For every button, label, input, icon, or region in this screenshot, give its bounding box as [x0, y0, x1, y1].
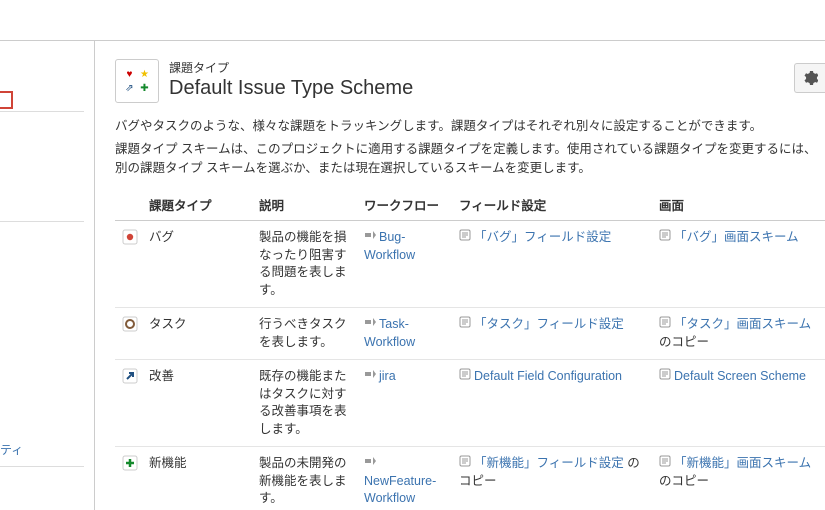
- fieldconfig-icon: [459, 368, 471, 386]
- highlight-box: [0, 91, 13, 109]
- fieldconfig-icon: [459, 455, 471, 473]
- issuetype-icon: [115, 308, 145, 360]
- screens-link[interactable]: 「バグ」画面スキーム: [674, 230, 799, 244]
- fieldconfig-link[interactable]: 「新機能」フィールド設定: [474, 456, 624, 470]
- fieldconfig-link[interactable]: Default Field Configuration: [474, 369, 622, 383]
- actions-gear-button[interactable]: [794, 63, 825, 93]
- col-screens: 画面: [655, 189, 825, 221]
- gear-icon: [802, 70, 818, 86]
- issuetype-description: 製品の機能を損なったり阻害する問題を表します。: [255, 221, 360, 308]
- screens-link[interactable]: 「タスク」画面スキーム: [674, 317, 811, 331]
- fieldconfig-link[interactable]: 「タスク」フィールド設定: [474, 317, 624, 331]
- scheme-icon: ♥ ★ ⇗ ✚: [115, 59, 159, 103]
- page-title: Default Issue Type Scheme: [169, 77, 413, 100]
- issuetype-name: 新機能: [145, 447, 255, 510]
- intro-text: バグやタスクのような、様々な課題をトラッキングします。課題タイプはそれぞれ別々に…: [115, 117, 825, 177]
- screens-icon: [659, 455, 671, 473]
- sidebar-link[interactable]: ティ: [0, 441, 23, 458]
- screens-link[interactable]: Default Screen Scheme: [674, 369, 806, 383]
- fieldconfig-link[interactable]: 「バグ」フィールド設定: [474, 230, 611, 244]
- issuetype-description: 行うべきタスクを表します。: [255, 308, 360, 360]
- fieldconfig-icon: [459, 229, 471, 247]
- workflow-icon: [364, 368, 376, 386]
- screens-icon: [659, 316, 671, 334]
- col-description: 説明: [255, 189, 360, 221]
- screens-icon: [659, 229, 671, 247]
- table-row: バグ製品の機能を損なったり阻害する問題を表します。Bug-Workflow「バグ…: [115, 221, 825, 308]
- issuetype-name: バグ: [145, 221, 255, 308]
- col-workflow: ワークフロー: [360, 189, 455, 221]
- issuetype-description: 既存の機能またはタスクに対する改善事項を表します。: [255, 360, 360, 447]
- top-bar: [0, 0, 825, 41]
- table-row: 改善既存の機能またはタスクに対する改善事項を表します。 jira Default F…: [115, 360, 825, 447]
- left-sidebar: ティ: [0, 41, 95, 510]
- issuetype-icon: [115, 360, 145, 447]
- workflow-link[interactable]: NewFeature-Workflow: [364, 474, 436, 506]
- issue-types-table: 課題タイプ 説明 ワークフロー フィールド設定 画面 バグ製品の機能を損なったり…: [115, 189, 825, 510]
- issuetype-name: 改善: [145, 360, 255, 447]
- issuetype-name: タスク: [145, 308, 255, 360]
- col-issuetype: 課題タイプ: [145, 189, 255, 221]
- workflow-icon: [364, 316, 376, 334]
- workflow-icon: [364, 455, 376, 473]
- table-row: タスク行うべきタスクを表します。Task-Workflow「タスク」フィールド設…: [115, 308, 825, 360]
- header-eyebrow: 課題タイプ: [169, 59, 413, 76]
- workflow-icon: [364, 229, 376, 247]
- col-fieldconfig: フィールド設定: [455, 189, 655, 221]
- issuetype-description: 製品の未開発の新機能を表します。: [255, 447, 360, 510]
- issuetype-icon: [115, 447, 145, 510]
- workflow-link[interactable]: jira: [379, 369, 396, 383]
- screens-icon: [659, 368, 671, 386]
- fieldconfig-icon: [459, 316, 471, 334]
- screens-link[interactable]: 「新機能」画面スキーム: [674, 456, 811, 470]
- table-row: 新機能製品の未開発の新機能を表します。NewFeature-Workflow 「新…: [115, 447, 825, 510]
- issuetype-icon: [115, 221, 145, 308]
